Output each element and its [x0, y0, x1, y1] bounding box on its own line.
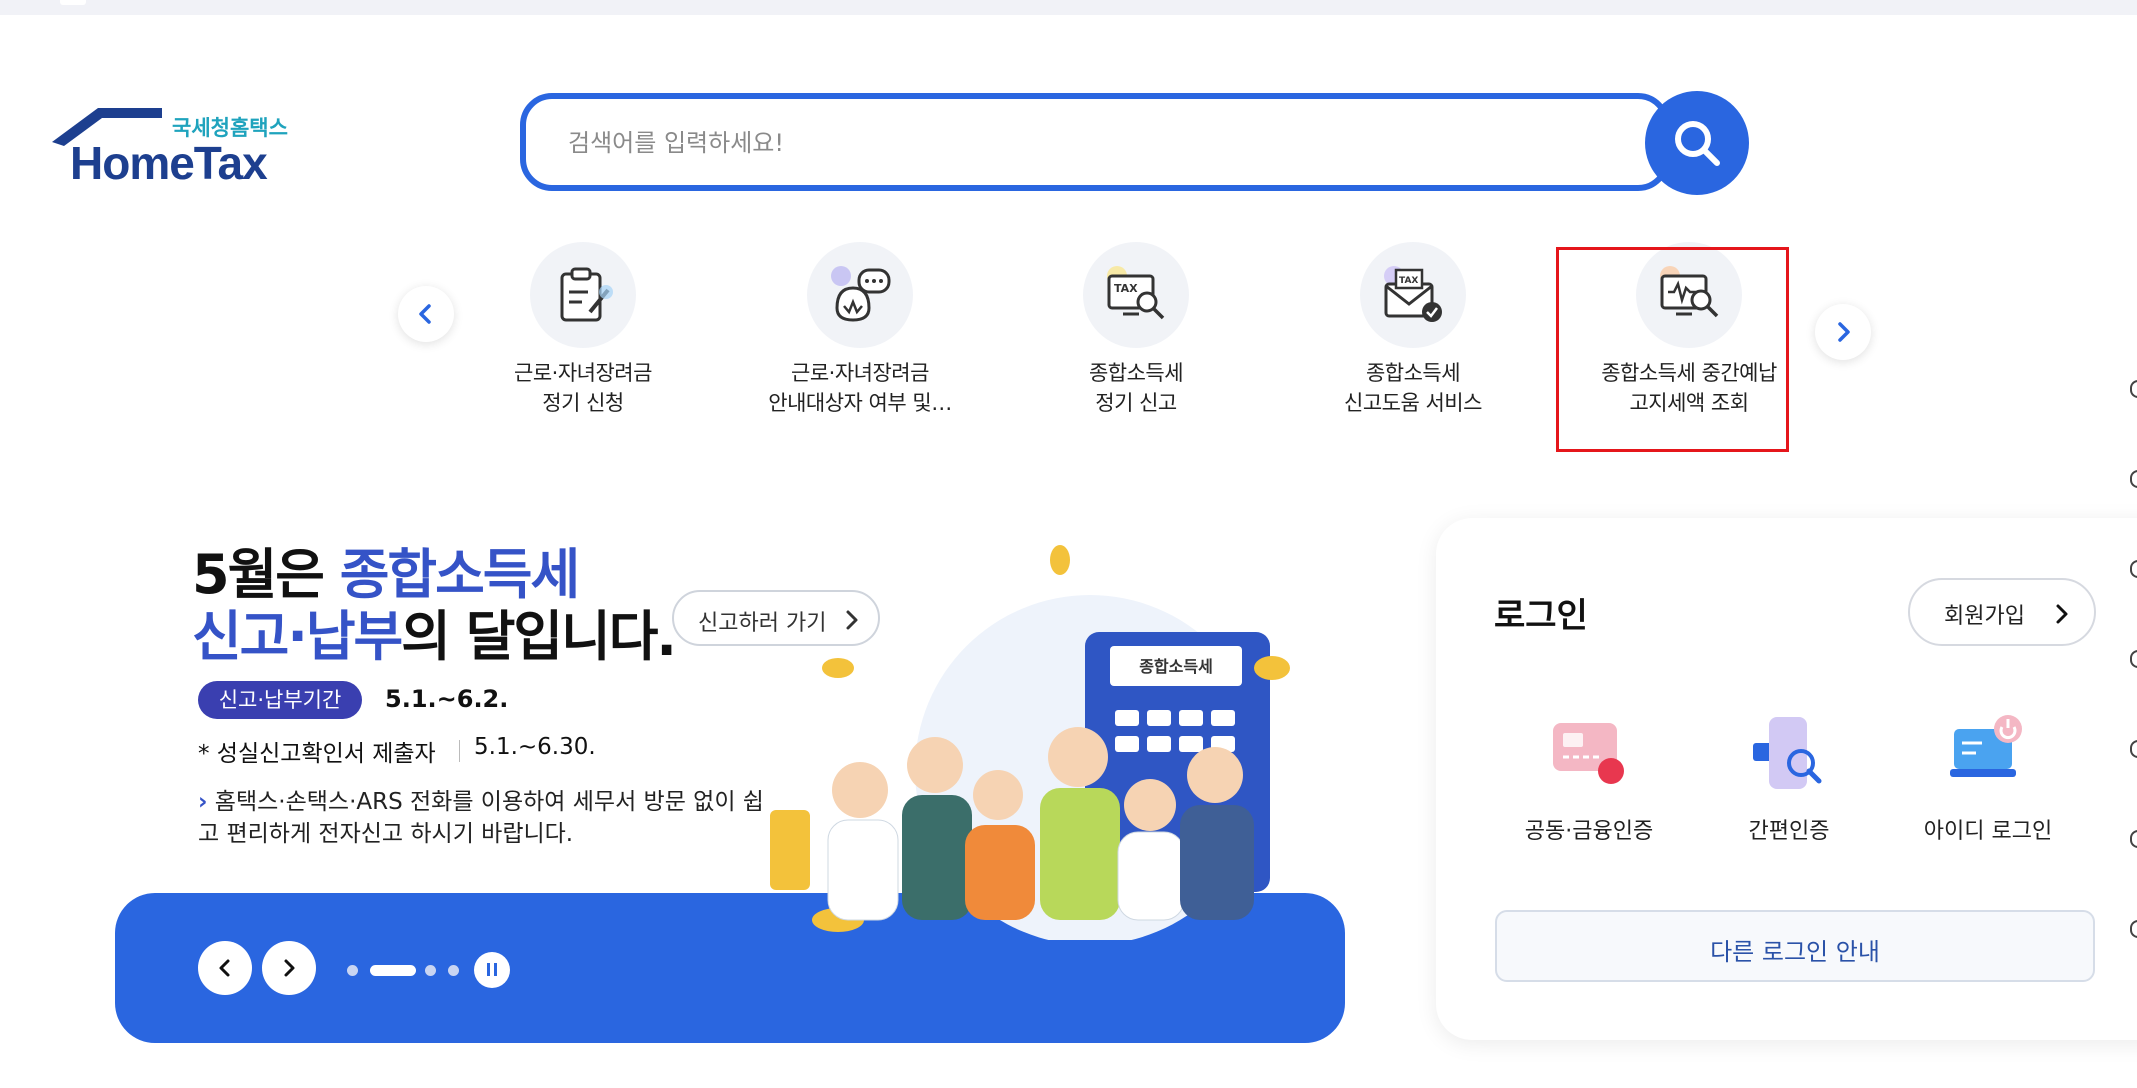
join-label: 회원가입 — [1944, 604, 2025, 629]
slide-dot[interactable] — [448, 965, 459, 976]
chevron-right-icon — [2056, 604, 2068, 624]
svg-text:TAX: TAX — [1114, 282, 1138, 295]
hometax-logo[interactable]: 국세청홈택스 HomeTax — [52, 104, 302, 194]
confirmation-label: * 성실신고확인서 제출자 — [198, 741, 436, 767]
search-button[interactable] — [1645, 91, 1749, 195]
slide-dot[interactable] — [425, 965, 436, 976]
login-option-label: 간편인증 — [1748, 819, 1830, 844]
quick-item-label-line1: 근로·자녀장려금 — [791, 361, 929, 385]
side-quick-bar-edge — [2128, 380, 2137, 940]
slide-dot[interactable] — [347, 965, 358, 976]
chevron-right-icon — [284, 959, 295, 977]
logo-title: HomeTax — [70, 137, 268, 189]
chevron-left-icon — [419, 304, 431, 324]
search-input[interactable] — [566, 119, 1570, 167]
top-utility-bar — [0, 0, 2137, 15]
headline-plain: 의 달입니다. — [401, 605, 677, 668]
quick-item-label-line1: 종합소득세 — [1365, 361, 1461, 385]
highlight-box — [1556, 247, 1789, 452]
banner-headline-line2: 신고·납부의 달입니다. — [192, 592, 677, 671]
search-icon — [1675, 121, 1720, 166]
quick-item-income-tax-filing[interactable]: TAX 종합소득세정기 신고 — [1016, 242, 1256, 432]
phone-search-icon — [1753, 717, 1822, 789]
tax-envelope-check-icon: TAX — [1360, 242, 1466, 348]
confirmation-value: 5.1.~6.30. — [474, 734, 596, 760]
slide-dot-active[interactable] — [370, 965, 416, 976]
headline-highlight: 신고·납부 — [192, 605, 403, 668]
login-option-simple-auth[interactable]: 간편인증 — [1704, 713, 1874, 863]
search-box — [520, 93, 1670, 191]
chevron-right-icon — [1838, 322, 1850, 342]
join-button[interactable]: 회원가입 — [1908, 578, 2096, 646]
login-option-label: 공동·금융인증 — [1524, 819, 1654, 844]
quick-item-label-line1: 종합소득세 — [1088, 361, 1184, 385]
login-option-certificate[interactable]: 공동·금융인증 — [1504, 713, 1674, 863]
certificate-card-icon — [1553, 723, 1624, 784]
other-login-guide-button[interactable]: 다른 로그인 안내 — [1495, 910, 2095, 982]
login-option-label: 아이디 로그인 — [1923, 819, 2053, 844]
calculator-label: 종합소득세 — [1139, 657, 1213, 676]
quick-item-label-line1: 근로·자녀장려금 — [514, 361, 652, 385]
tax-monitor-search-icon: TAX — [1083, 242, 1189, 348]
login-option-id[interactable]: 아이디 로그인 — [1903, 713, 2073, 863]
quick-menu-prev-button[interactable] — [398, 286, 454, 342]
quick-item-label-line2: 정기 신고 — [1095, 391, 1177, 415]
top-tab-marker — [60, 0, 86, 5]
chevron-left-icon — [219, 959, 230, 977]
laptop-power-icon — [1950, 715, 2022, 777]
bullet-arrow-icon: › — [198, 789, 208, 815]
money-bag-chat-icon — [807, 242, 913, 348]
svg-text:TAX: TAX — [1399, 276, 1418, 286]
quick-item-label-line2: 신고도움 서비스 — [1344, 391, 1482, 415]
login-title: 로그인 — [1494, 596, 1588, 636]
banner-next-button[interactable] — [262, 941, 316, 995]
period-value: 5.1.~6.2. — [385, 685, 509, 713]
taxpayers-illustration: 종합소득세 — [770, 545, 1290, 940]
quick-item-earned-income-credit-eligibility[interactable]: 근로·자녀장려금안내대상자 여부 및… — [740, 242, 980, 432]
banner-note: › 홈택스·손택스·ARS 전화를 이용하여 세무서 방문 없이 쉽고 편리하게… — [198, 786, 768, 850]
banner-note-text: 홈택스·손택스·ARS 전화를 이용하여 세무서 방문 없이 쉽고 편리하게 전… — [198, 789, 764, 847]
quick-item-earned-income-credit-apply[interactable]: 근로·자녀장려금정기 신청 — [463, 242, 703, 432]
banner-prev-button[interactable] — [198, 941, 252, 995]
quick-menu-next-button[interactable] — [1815, 304, 1871, 360]
quick-item-label-line2: 안내대상자 여부 및… — [768, 391, 952, 415]
quick-item-income-tax-help-service[interactable]: TAX 종합소득세신고도움 서비스 — [1293, 242, 1533, 432]
divider — [459, 740, 460, 762]
quick-item-label-line2: 정기 신청 — [542, 391, 624, 415]
clipboard-pen-icon — [530, 242, 636, 348]
other-login-label: 다른 로그인 안내 — [1710, 938, 1880, 966]
period-badge: 신고·납부기간 — [198, 681, 362, 719]
banner-pause-button[interactable] — [474, 952, 510, 988]
